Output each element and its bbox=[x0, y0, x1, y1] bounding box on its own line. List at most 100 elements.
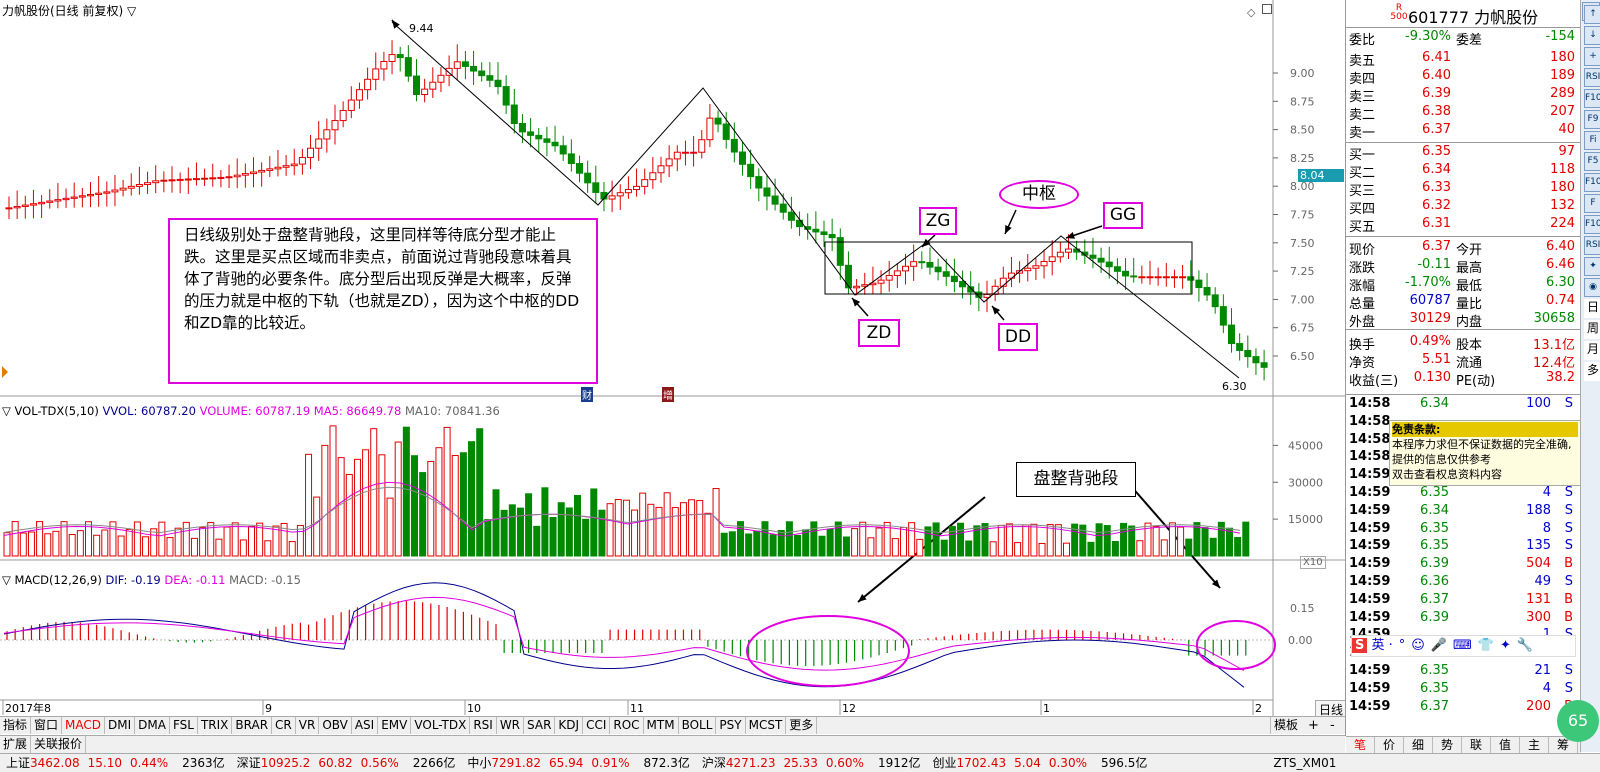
level-price: 6.35 bbox=[1422, 144, 1451, 159]
tab-9[interactable]: VR bbox=[296, 717, 320, 734]
label-zg: ZG bbox=[919, 207, 957, 235]
tab-11[interactable]: ASI bbox=[352, 717, 379, 734]
tab-0[interactable]: 指标 bbox=[0, 717, 32, 734]
side-icon-7[interactable]: F5 bbox=[1584, 152, 1600, 171]
tab-22[interactable]: PSY bbox=[716, 717, 746, 734]
candle-body bbox=[559, 145, 567, 155]
tick-time: 14:59 bbox=[1349, 698, 1391, 714]
candle-body bbox=[1122, 270, 1130, 277]
side-period-3[interactable]: 多 bbox=[1584, 362, 1600, 381]
panel-tab-6[interactable]: 主 bbox=[1520, 737, 1549, 753]
panel-tab-2[interactable]: 细 bbox=[1404, 737, 1433, 753]
side-icon-4[interactable]: F10 bbox=[1584, 89, 1600, 108]
tab-13[interactable]: VOL-TDX bbox=[411, 717, 471, 734]
volume-bar bbox=[997, 524, 1005, 557]
side-icon-10[interactable]: F10 bbox=[1584, 215, 1600, 234]
tab-6[interactable]: TRIX bbox=[198, 717, 233, 734]
side-icon-8[interactable]: F10 bbox=[1584, 173, 1600, 192]
candle-body bbox=[184, 178, 192, 181]
ime-lang[interactable]: 英 bbox=[1372, 638, 1385, 653]
tab-10[interactable]: OBV bbox=[319, 717, 352, 734]
tab-12[interactable]: EMV bbox=[378, 717, 412, 734]
tab-19[interactable]: ROC bbox=[610, 717, 644, 734]
tab-8[interactable]: CR bbox=[272, 717, 296, 734]
tab-15[interactable]: WR bbox=[497, 717, 525, 734]
candle-body bbox=[1236, 343, 1244, 351]
price-tick-label: 7.25 bbox=[1290, 265, 1315, 278]
orderbook-row[interactable]: 买五 6.31 224 bbox=[1346, 216, 1581, 235]
dea-value: DEA: -0.11 bbox=[164, 573, 226, 587]
tab-2[interactable]: MACD bbox=[62, 717, 106, 734]
tab-21[interactable]: BOLL bbox=[679, 717, 717, 734]
candle-body bbox=[535, 134, 543, 140]
quote-value2: 30658 bbox=[1533, 311, 1575, 326]
side-icon-6[interactable]: Fi bbox=[1584, 131, 1600, 150]
side-period-2[interactable]: 月 bbox=[1584, 341, 1600, 360]
index-2[interactable]: 中小7291.82 65.94 0.91% 872.3亿 bbox=[461, 754, 695, 772]
panel-tab-4[interactable]: 联 bbox=[1462, 737, 1491, 753]
ext-tab-1[interactable]: 关联报价 bbox=[31, 736, 87, 753]
macd-header[interactable]: ▽ MACD(12,26,9) DIF: -0.19 DEA: -0.11 MA… bbox=[2, 573, 301, 587]
speed-badge[interactable]: 65 bbox=[1557, 700, 1599, 742]
tab-18[interactable]: CCI bbox=[583, 717, 611, 734]
orderbook-row[interactable]: 卖五 6.41 180 bbox=[1346, 50, 1581, 69]
tick-time: 14:59 bbox=[1349, 556, 1391, 572]
side-icon-11[interactable]: RSI bbox=[1584, 236, 1600, 255]
orderbook-row[interactable]: 卖三 6.39 289 bbox=[1346, 86, 1581, 105]
tab-24[interactable]: 更多 bbox=[786, 717, 818, 734]
index-1[interactable]: 深证10925.2 60.82 0.56% 2266亿 bbox=[231, 754, 462, 772]
app-window: 9.00 8.75 8.50 8.25 8.00 7.75 7.50 7.25 7.00 6.75… bbox=[0, 0, 1600, 772]
side-icon-12[interactable]: ✦ bbox=[1584, 257, 1600, 276]
vol-header[interactable]: ▽ VOL-TDX(5,10) VVOL: 60787.20 VOLUME: 6… bbox=[2, 404, 500, 418]
tab-1[interactable]: 窗口 bbox=[31, 717, 63, 734]
index-4[interactable]: 创业1702.43 5.04 0.30% 596.5亿 bbox=[927, 754, 1154, 772]
tab-3[interactable]: DMI bbox=[105, 717, 136, 734]
disclaimer-tooltip[interactable]: 免责条款: 本程序力求但不保证数据的完全准确, 提供的信息仅供参考 双击查看权息资料… bbox=[1389, 420, 1581, 486]
side-icon-0[interactable]: ↑ bbox=[1584, 5, 1600, 24]
panel-tab-1[interactable]: 价 bbox=[1375, 737, 1404, 753]
vol-tick-label: 30000 bbox=[1288, 476, 1323, 489]
tab-7[interactable]: BRAR bbox=[232, 717, 273, 734]
zeng-marker[interactable]: 增 bbox=[662, 387, 674, 402]
orderbook-row[interactable]: 卖二 6.38 207 bbox=[1346, 104, 1581, 123]
candle-body bbox=[893, 270, 901, 277]
ext-tab-0[interactable]: 扩展 bbox=[0, 736, 32, 753]
ime-toolbar[interactable]: S 英 ·°☺🎤⌨👕✦🔧 bbox=[1351, 635, 1576, 657]
index-0[interactable]: 上证3462.08 15.10 0.44% 2363亿 bbox=[0, 754, 231, 772]
panel-tab-3[interactable]: 势 bbox=[1433, 737, 1462, 753]
orderbook-row[interactable]: 买一 6.35 97 bbox=[1346, 144, 1581, 163]
side-icon-3[interactable]: RSI bbox=[1584, 68, 1600, 87]
side-period-0[interactable]: 日 bbox=[1584, 299, 1600, 318]
side-period-1[interactable]: 周 bbox=[1584, 320, 1600, 339]
tab-14[interactable]: RSI bbox=[470, 717, 497, 734]
tab-5[interactable]: FSL bbox=[170, 717, 198, 734]
cai-marker[interactable]: 财 bbox=[581, 387, 593, 402]
quote-row: 收益(三) 0.130 PE(动) 38.2 bbox=[1346, 370, 1581, 389]
side-icon-1[interactable]: ↓ bbox=[1584, 26, 1600, 45]
diamond-icon[interactable]: ◇ bbox=[1247, 6, 1255, 19]
panel-tab-0[interactable]: 笔 bbox=[1346, 737, 1375, 753]
orderbook-row[interactable]: 卖一 6.37 40 bbox=[1346, 122, 1581, 141]
plus-button[interactable]: + bbox=[1308, 717, 1319, 734]
tab-20[interactable]: MTM bbox=[644, 717, 679, 734]
chart-title[interactable]: 力帆股份(日线 前复权) ▽ bbox=[2, 2, 136, 19]
tab-16[interactable]: SAR bbox=[524, 717, 556, 734]
tab-23[interactable]: MCST bbox=[746, 717, 787, 734]
side-icon-9[interactable]: F bbox=[1584, 194, 1600, 213]
stock-header: 601777 力帆股份 bbox=[1408, 4, 1538, 28]
tab-17[interactable]: KDJ bbox=[555, 717, 584, 734]
orderbook-row[interactable]: 买三 6.33 180 bbox=[1346, 180, 1581, 199]
panel-tab-5[interactable]: 值 bbox=[1491, 737, 1520, 753]
minus-button[interactable]: - bbox=[1330, 717, 1335, 734]
side-icon-5[interactable]: F9 bbox=[1584, 110, 1600, 129]
level-price: 6.41 bbox=[1422, 50, 1451, 65]
orderbook-row[interactable]: 买四 6.32 132 bbox=[1346, 198, 1581, 217]
side-icon-2[interactable]: + bbox=[1584, 47, 1600, 66]
index-3[interactable]: 沪深4271.23 25.33 0.60% 1912亿 bbox=[696, 754, 927, 772]
template-button[interactable]: 模板 bbox=[1270, 717, 1301, 734]
tab-4[interactable]: DMA bbox=[135, 717, 170, 734]
orderbook-row[interactable]: 买二 6.34 118 bbox=[1346, 162, 1581, 181]
orderbook-row[interactable]: 卖四 6.40 189 bbox=[1346, 68, 1581, 87]
side-icon-13[interactable]: ◉ bbox=[1584, 278, 1600, 297]
maximize-icon[interactable] bbox=[1262, 4, 1272, 14]
